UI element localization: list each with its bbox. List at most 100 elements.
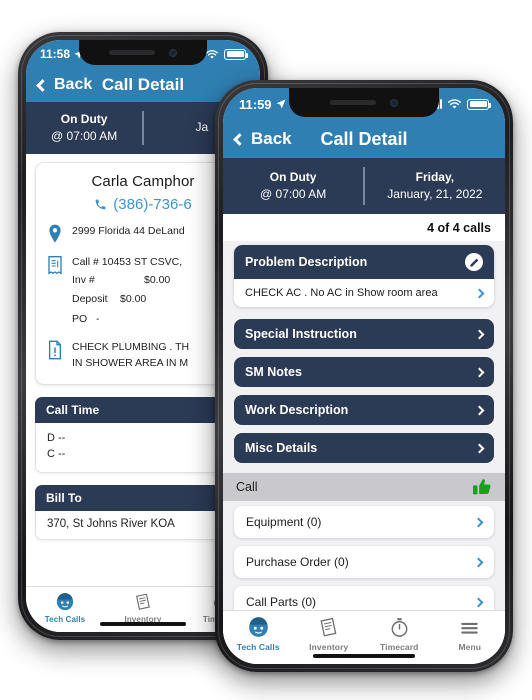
section-label: Misc Details [245,441,318,455]
tab-inventory[interactable]: Inventory [294,616,365,652]
pencil-edit-icon[interactable] [465,253,483,271]
wifi-icon [448,99,461,109]
customer-address: 2999 Florida 44 DeLand [72,225,185,237]
section-label: Special Instruction [245,327,357,341]
tab-menu[interactable]: Menu [435,616,506,652]
inv-value: $0.00 [144,273,171,286]
chevron-right-icon [473,557,484,567]
section-work-description[interactable]: Work Description [234,395,494,425]
section-label: SM Notes [245,365,302,379]
bill-to-value: 370, St Johns River KOA [47,517,175,530]
back-button[interactable]: Back [233,129,292,149]
call-row-equipment[interactable]: Equipment (0) [234,506,494,538]
call-info-row: Call # 10453 ST CSVC, Inv # $0.00 Deposi… [47,255,239,329]
tab-label-inventory: Inventory [309,642,349,652]
inv-row: Inv # $0.00 [72,271,239,290]
duty-date-day: Friday, [415,169,455,184]
location-arrow-icon [276,99,286,109]
duty-status-column: On Duty @ 07:00 AM [26,111,142,146]
note-text: CHECK PLUMBING . TH IN SHOWER AREA IN M [72,340,189,372]
chevron-right-icon [474,443,485,453]
duty-date-column: Friday, January, 21, 2022 [365,169,505,204]
tab-tech-calls[interactable]: Tech Calls [223,616,294,652]
chevron-right-icon [474,405,485,415]
call-info-block: Call # 10453 ST CSVC, Inv # $0.00 Deposi… [72,255,239,329]
pencil-glyph [469,258,478,267]
problem-description-header[interactable]: Problem Description [234,245,494,279]
document-alert-icon [49,340,61,360]
inv-label: Inv # [72,273,95,286]
front-camera-icon [390,98,398,107]
thumbs-up-icon[interactable] [472,478,492,496]
front-content-padding: Problem Description CHECK AC . No AC in … [223,241,505,463]
problem-description-row[interactable]: CHECK AC . No AC in Show room area [234,279,494,307]
section-sm-notes[interactable]: SM Notes [234,357,494,387]
front-phone-notch [289,88,439,117]
customer-name: Carla Camphor [91,173,195,190]
chevron-right-icon [473,517,484,527]
problem-description-label: Problem Description [245,255,368,269]
customer-phone[interactable]: (386)-736-6 [47,196,239,213]
chevron-right-icon [473,597,484,607]
customer-phone-number: (386)-736-6 [113,196,192,213]
problem-description-card: Problem Description CHECK AC . No AC in … [234,245,494,307]
front-content-scroll[interactable]: 4 of 4 calls Problem Description CHECK A… [223,214,505,664]
front-phone-screen: 11:59 Back Call Detail On Duty @ 07:00 A… [223,88,505,664]
duty-divider [363,167,365,205]
deposit-value: $0.00 [120,293,147,306]
note-line-2: IN SHOWER AREA IN M [72,356,189,369]
duty-status-column: On Duty @ 07:00 AM [223,169,363,204]
deposit-row: Deposit $0.00 [72,290,239,309]
back-button-label: Back [54,76,93,93]
tab-tech-calls[interactable]: Tech Calls [26,592,104,624]
timecard-icon [391,618,408,637]
call-row-label: Call Parts (0) [246,595,317,609]
duty-status-label: On Duty [269,169,317,184]
battery-icon [224,48,248,60]
duty-status-time: @ 07:00 AM [51,129,118,143]
tab-timecard[interactable]: Timecard [364,616,435,652]
call-group-header: Call [223,473,505,501]
screenshot-stage: 11:58 Back Call Detail On Duty @ 07:00 A… [0,0,532,700]
front-camera-icon [169,48,177,57]
call-row-purchase-order[interactable]: Purchase Order (0) [234,546,494,578]
duty-status-time: @ 07:00 AM [260,187,327,201]
location-pin-icon [49,224,61,243]
section-special-instruction[interactable]: Special Instruction [234,319,494,349]
tab-label-tech-calls: Tech Calls [236,642,280,652]
note-row: CHECK PLUMBING . TH IN SHOWER AREA IN M [47,340,239,372]
duty-date-full: January, 21, 2022 [387,187,483,201]
section-misc-details[interactable]: Misc Details [234,433,494,463]
call-group-label: Call [236,480,258,494]
call-time-row-2: C -- [47,446,239,463]
chevron-right-icon [474,329,485,339]
call-row-label: Equipment (0) [246,515,322,529]
receipt-icon [48,256,62,275]
call-number: Call # 10453 ST CSVC, [72,256,183,268]
note-line-1: CHECK PLUMBING . TH [72,341,190,354]
front-nav-bar: Back Call Detail [223,120,505,158]
status-left: 11:59 [239,97,287,112]
chevron-left-icon [36,78,49,92]
tab-label-menu: Menu [458,642,482,652]
address-row: 2999 Florida 44 DeLand [47,224,239,244]
tech-calls-icon [248,617,268,637]
back-button[interactable]: Back [36,76,93,94]
section-label: Work Description [245,403,349,417]
phone-icon [95,199,106,210]
status-time: 11:58 [40,47,71,61]
deposit-label: Deposit [72,293,108,306]
status-left: 11:58 [40,47,84,61]
problem-description-text: CHECK AC . No AC in Show room area [245,287,438,299]
inventory-icon [136,593,150,610]
call-time-c: C -- [47,448,66,461]
earpiece-speaker-icon [330,100,376,105]
front-phone-device: 11:59 Back Call Detail On Duty @ 07:00 A… [215,80,513,672]
earpiece-speaker-icon [109,50,155,55]
status-time: 11:59 [239,96,272,112]
tab-inventory[interactable]: Inventory [104,592,182,624]
